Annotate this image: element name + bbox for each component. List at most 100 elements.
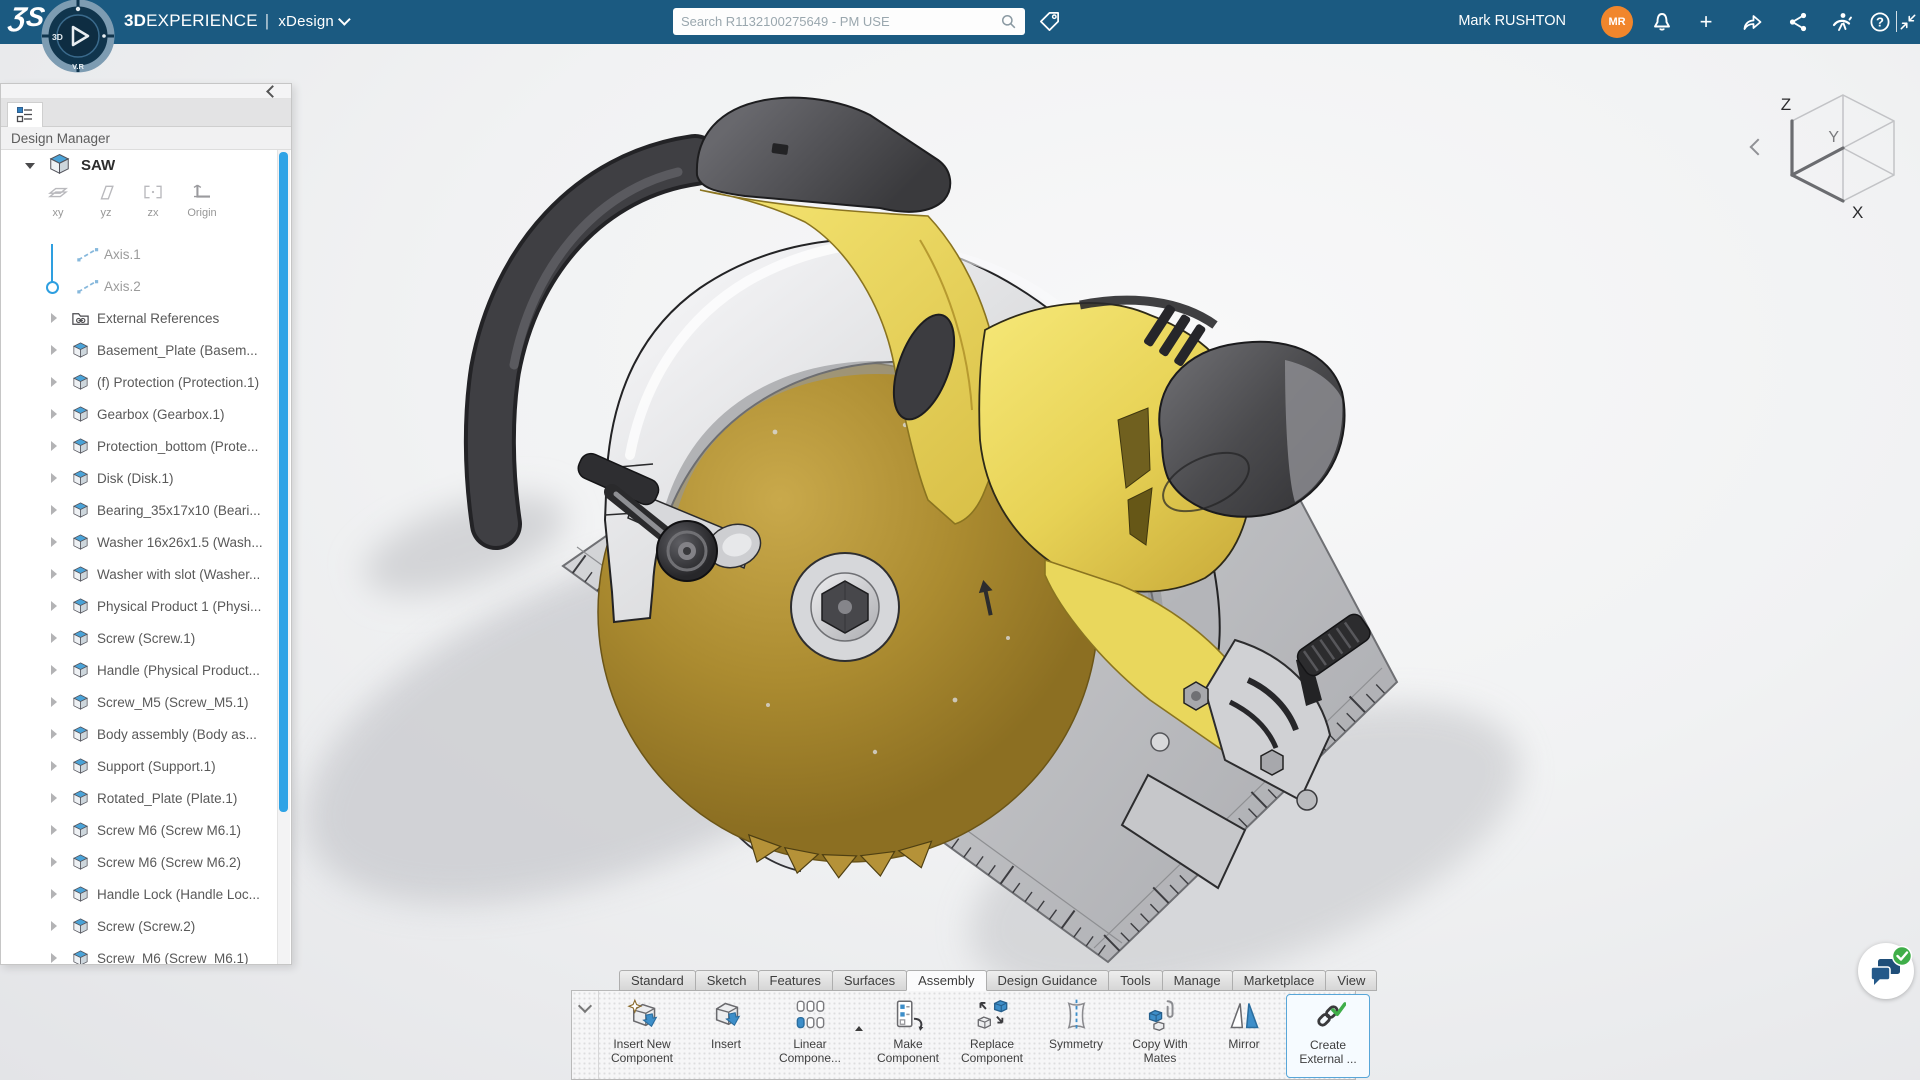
tree-scrollbar-thumb[interactable] — [279, 152, 288, 812]
tree-item[interactable]: Screw_M5 (Screw_M5.1) — [1, 686, 291, 718]
expand-arrow-icon[interactable] — [51, 953, 57, 963]
tree-item[interactable]: Screw_M6 (Screw_M6.1) — [1, 942, 291, 964]
tree-item-axis1[interactable]: Axis.1 — [1, 238, 291, 270]
origin-node[interactable]: Origin — [173, 184, 231, 219]
expand-arrow-icon[interactable] — [51, 633, 57, 643]
tree-item[interactable]: Protection_bottom (Prote... — [1, 430, 291, 462]
tree-item[interactable]: Body assembly (Body as... — [1, 718, 291, 750]
share-nodes-icon[interactable] — [1786, 10, 1810, 34]
blade-hub-bolt[interactable] — [791, 553, 899, 661]
top-handle-grip[interactable] — [697, 98, 950, 212]
plane-xy[interactable]: xy — [33, 184, 83, 219]
search-icon[interactable] — [999, 12, 1019, 32]
top-bar: ƷS 3DEXPERIENCE|xDesign Mark RUSHTON MR … — [0, 0, 1920, 44]
tree-item[interactable]: Handle Lock (Handle Loc... — [1, 878, 291, 910]
tree-item[interactable]: Support (Support.1) — [1, 750, 291, 782]
tree-item[interactable]: Bearing_35x17x10 (Beari... — [1, 494, 291, 526]
tab-marketplace[interactable]: Marketplace — [1232, 970, 1327, 991]
tab-manage[interactable]: Manage — [1162, 970, 1233, 991]
axis-y-label[interactable]: Y — [1828, 129, 1839, 146]
flyout-arrow-icon[interactable] — [852, 994, 866, 1031]
messaging-button[interactable] — [1858, 943, 1914, 999]
tags-icon[interactable] — [1038, 10, 1061, 33]
plane-zx[interactable]: zx — [128, 184, 178, 219]
tree-item[interactable]: Physical Product 1 (Physi... — [1, 590, 291, 622]
button-mirror[interactable]: Mirror — [1202, 994, 1286, 1052]
tree-item[interactable]: Washer 16x26x1.5 (Wash... — [1, 526, 291, 558]
tree-item[interactable]: Screw M6 (Screw M6.1) — [1, 814, 291, 846]
button-insert-new-component[interactable]: Insert NewComponent — [600, 994, 684, 1065]
tab-standard[interactable]: Standard — [619, 970, 696, 991]
tree-item[interactable]: Rotated_Plate (Plate.1) — [1, 782, 291, 814]
collapse-window-icon[interactable] — [1898, 10, 1918, 34]
axis-x-label[interactable]: X — [1852, 203, 1863, 222]
expand-arrow-icon[interactable] — [51, 473, 57, 483]
tree-item[interactable]: External References — [1, 302, 291, 334]
tab-tools[interactable]: Tools — [1108, 970, 1162, 991]
share-forward-icon[interactable] — [1740, 10, 1764, 34]
tab-design-manager[interactable] — [7, 102, 43, 127]
tree-item-axis2[interactable]: Axis.2 — [1, 270, 291, 302]
collaboration-user-icon[interactable] — [1830, 10, 1854, 34]
tree-item[interactable]: Handle (Physical Product... — [1, 654, 291, 686]
search-bar[interactable] — [673, 8, 1025, 35]
expand-arrow-icon[interactable] — [51, 409, 57, 419]
button-create-external[interactable]: CreateExternal ... — [1286, 994, 1370, 1078]
3d-compass[interactable]: 3D V.R — [40, 0, 116, 75]
app-name[interactable]: xDesign — [278, 13, 334, 30]
tab-assembly[interactable]: Assembly — [906, 970, 986, 991]
tree-scrollbar-track[interactable] — [277, 150, 290, 964]
tree-item[interactable]: Gearbox (Gearbox.1) — [1, 398, 291, 430]
tab-sketch[interactable]: Sketch — [695, 970, 759, 991]
plane-yz[interactable]: yz — [81, 184, 131, 219]
expand-arrow-icon[interactable] — [51, 665, 57, 675]
ribbon-collapse-chevron-icon[interactable] — [578, 999, 592, 1013]
expand-arrow-icon[interactable] — [51, 857, 57, 867]
expand-arrow-icon[interactable] — [51, 761, 57, 771]
rear-handle-knob[interactable] — [1154, 342, 1344, 523]
expand-arrow-icon[interactable] — [51, 441, 57, 451]
expand-arrow-icon[interactable] — [51, 889, 57, 899]
app-switcher-chevron-icon[interactable] — [338, 13, 351, 26]
tab-view[interactable]: View — [1325, 970, 1377, 991]
expand-arrow-icon[interactable] — [51, 345, 57, 355]
tree-item[interactable]: Screw (Screw.1) — [1, 622, 291, 654]
view-cube[interactable]: Z Y X — [1781, 95, 1894, 222]
tree-item[interactable]: (f) Protection (Protection.1) — [1, 366, 291, 398]
expand-arrow-icon[interactable] — [51, 825, 57, 835]
collapse-arrow-icon[interactable] — [25, 163, 35, 169]
tree-item[interactable]: Screw (Screw.2) — [1, 910, 291, 942]
button-linear-pattern[interactable]: LinearCompone... — [768, 994, 852, 1065]
expand-arrow-icon[interactable] — [51, 537, 57, 547]
search-input[interactable] — [679, 13, 999, 30]
expand-arrow-icon[interactable] — [51, 313, 57, 323]
button-copy-with-mates[interactable]: Copy WithMates — [1118, 994, 1202, 1065]
notifications-bell-icon[interactable] — [1650, 10, 1674, 34]
expand-arrow-icon[interactable] — [51, 697, 57, 707]
tree-root-saw[interactable]: SAW — [1, 150, 291, 180]
user-avatar[interactable]: MR — [1601, 6, 1633, 38]
tab-features[interactable]: Features — [758, 970, 833, 991]
tree-item[interactable]: Washer with slot (Washer... — [1, 558, 291, 590]
tree-item[interactable]: Screw M6 (Screw M6.2) — [1, 846, 291, 878]
expand-arrow-icon[interactable] — [51, 569, 57, 579]
expand-arrow-icon[interactable] — [51, 921, 57, 931]
tab-surfaces[interactable]: Surfaces — [832, 970, 907, 991]
button-insert[interactable]: Insert — [684, 994, 768, 1052]
button-make-component[interactable]: MakeComponent — [866, 994, 950, 1065]
expand-arrow-icon[interactable] — [51, 729, 57, 739]
tree-item[interactable]: Basement_Plate (Basem... — [1, 334, 291, 366]
expand-arrow-icon[interactable] — [51, 377, 57, 387]
tab-design-guidance[interactable]: Design Guidance — [986, 970, 1110, 991]
tree-item[interactable]: Disk (Disk.1) — [1, 462, 291, 494]
panel-collapse-chevron-icon[interactable] — [266, 85, 279, 98]
expand-arrow-icon[interactable] — [51, 793, 57, 803]
user-name[interactable]: Mark RUSHTON — [1458, 13, 1566, 29]
expand-arrow-icon[interactable] — [51, 601, 57, 611]
axis-z-label[interactable]: Z — [1781, 95, 1791, 114]
help-icon[interactable]: ? — [1868, 10, 1892, 34]
button-replace-component[interactable]: ReplaceComponent — [950, 994, 1034, 1065]
add-plus-icon[interactable]: + — [1694, 10, 1718, 34]
expand-arrow-icon[interactable] — [51, 505, 57, 515]
button-symmetry[interactable]: Symmetry — [1034, 994, 1118, 1052]
